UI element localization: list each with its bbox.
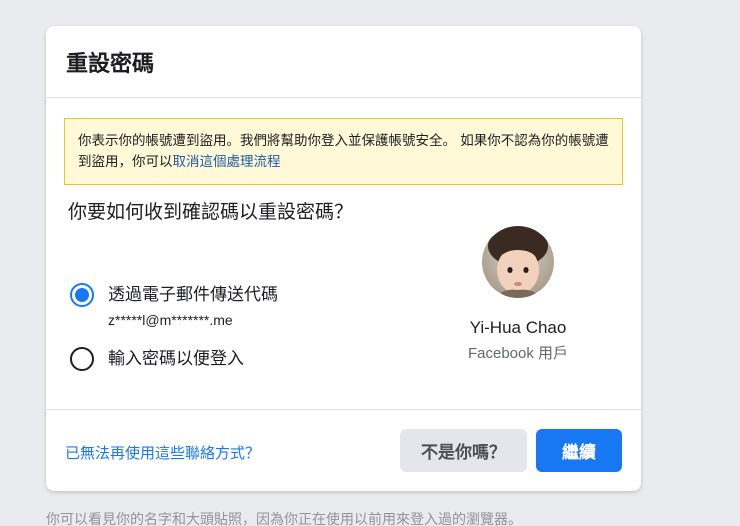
notice-text: 你表示你的帳號遭到盜用。我們將幫助你登入並保護帳號安全。 如果你不認為你的帳號遭… — [78, 133, 609, 170]
profile-subtitle: Facebook 用戶 — [467, 345, 569, 362]
profile-name: Yi-Hua Chao — [469, 318, 567, 337]
page-title: 重設密碼 — [66, 51, 155, 77]
cancel-process-link[interactable]: 取消這個處理流程 — [173, 154, 281, 170]
card-header: 重設密碼 — [46, 26, 641, 98]
option-password-text: 輸入密碼以便登入 — [108, 347, 244, 371]
reset-password-card: 重設密碼 你表示你的帳號遭到盜用。我們將幫助你登入並保護帳號安全。 如果你不認為… — [46, 26, 641, 491]
masked-email: z*****l@m*******.me — [108, 312, 233, 328]
not-you-button[interactable]: 不是你嗎？ — [400, 429, 527, 472]
continue-button[interactable]: 繼續 — [536, 429, 622, 472]
password-option-label: 輸入密碼以便登入 — [108, 349, 244, 369]
reset-method-question: 你要如何收到確認碼以重設密碼？ — [68, 201, 354, 223]
option-email-text: 透過電子郵件傳送代碼 z*****l@m*******.me — [108, 283, 278, 330]
compromised-account-notice: 你表示你的帳號遭到盜用。我們將幫助你登入並保護帳號安全。 如果你不認為你的帳號遭… — [64, 118, 623, 185]
no-access-contact-link[interactable]: 已無法再使用這些聯絡方式？ — [65, 442, 260, 463]
avatar — [482, 226, 554, 298]
radio-selected-dot — [75, 288, 89, 302]
profile-block: Yi-Hua Chao Facebook 用戶 — [438, 226, 598, 363]
option-enter-password[interactable]: 輸入密碼以便登入 — [70, 347, 244, 371]
email-code-radio[interactable] — [70, 283, 94, 307]
option-email-code[interactable]: 透過電子郵件傳送代碼 z*****l@m*******.me — [70, 283, 278, 330]
browser-explanation-text: 你可以看見你的名字和大頭貼照，因為你正在使用以前用來登入過的瀏覽器。 — [46, 512, 522, 526]
enter-password-radio[interactable] — [70, 347, 94, 371]
email-option-label: 透過電子郵件傳送代碼 — [108, 285, 278, 305]
card-footer-divider — [46, 409, 641, 410]
